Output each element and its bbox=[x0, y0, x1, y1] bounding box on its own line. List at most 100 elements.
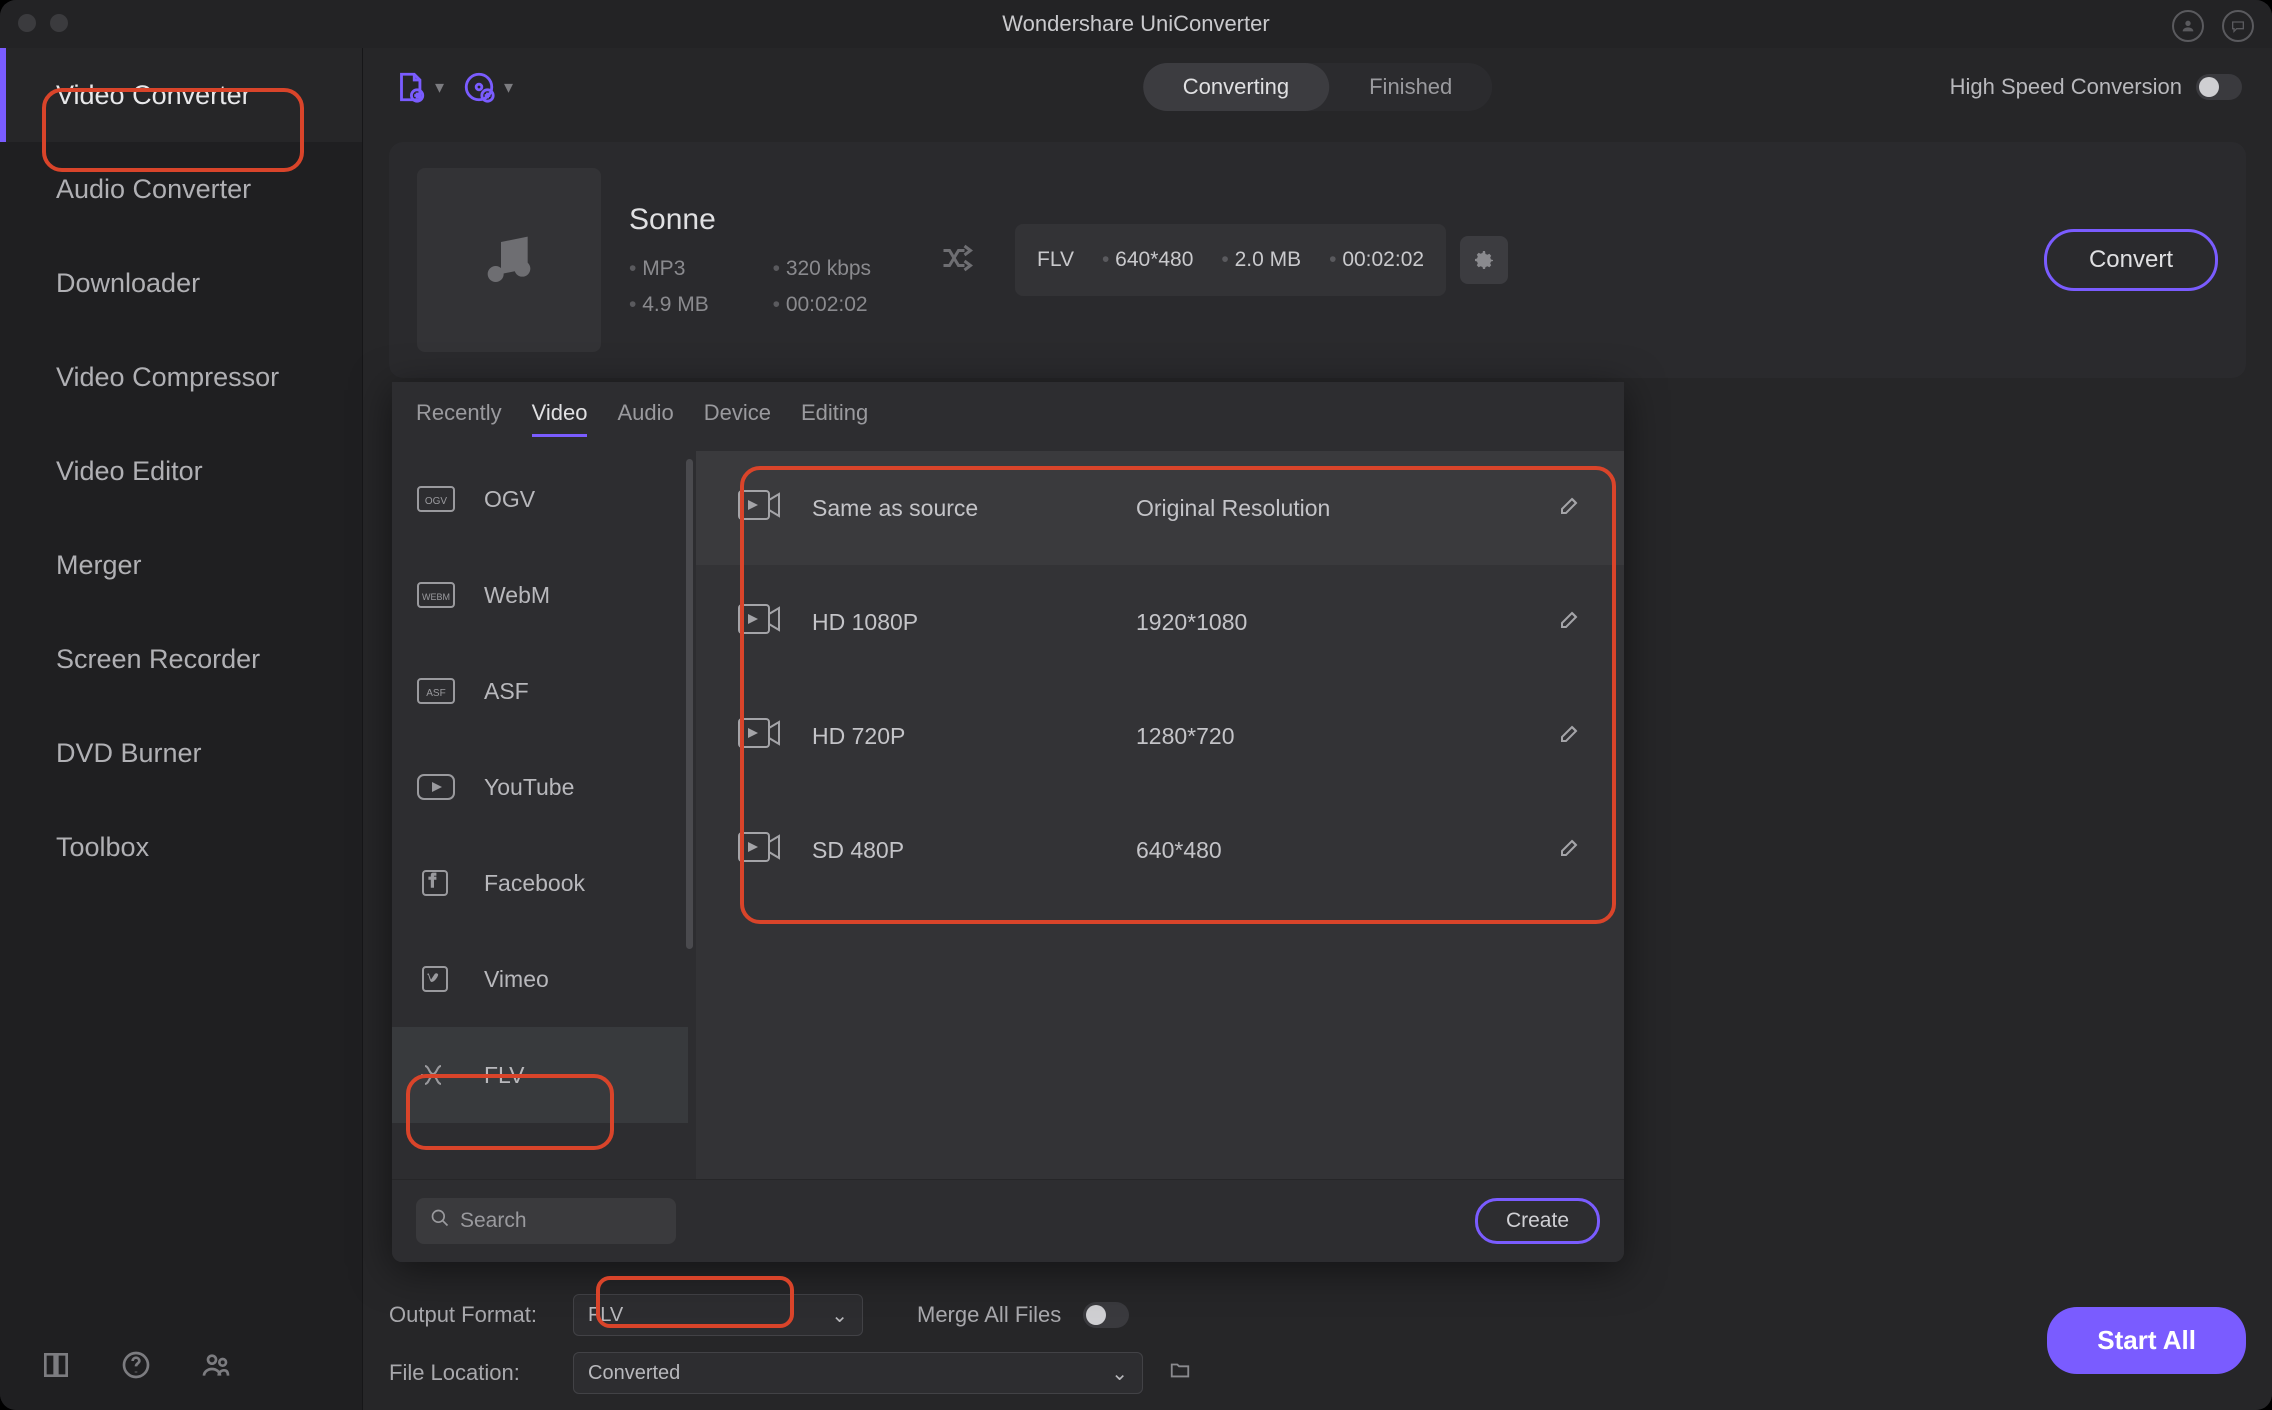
resolution-list: Same as source Original Resolution HD 10… bbox=[696, 451, 1624, 1179]
resolution-name: HD 720P bbox=[812, 723, 1104, 750]
tab-converting[interactable]: Converting bbox=[1143, 63, 1329, 111]
edit-preset-button[interactable] bbox=[1558, 721, 1582, 751]
sidebar-item-label: Video Editor bbox=[56, 456, 203, 487]
dst-duration: 00:02:02 bbox=[1329, 248, 1424, 272]
feedback-icon[interactable] bbox=[2222, 10, 2254, 42]
community-icon[interactable] bbox=[200, 1349, 232, 1386]
settings-button[interactable] bbox=[1460, 236, 1508, 284]
resolution-name: Same as source bbox=[812, 495, 1104, 522]
format-item-flv[interactable]: FLV bbox=[392, 1027, 688, 1123]
add-file-button[interactable]: ▾ bbox=[393, 70, 444, 104]
format-item-facebook[interactable]: Facebook bbox=[392, 835, 688, 931]
file-location-select[interactable]: Converted ⌄ bbox=[573, 1352, 1143, 1394]
resolution-row-1080p[interactable]: HD 1080P 1920*1080 bbox=[696, 565, 1624, 679]
file-source-info: Sonne MP3 320 kbps 4.9 MB 00:02:02 bbox=[629, 203, 899, 317]
create-preset-button[interactable]: Create bbox=[1475, 1198, 1600, 1244]
resolution-row-720p[interactable]: HD 720P 1280*720 bbox=[696, 679, 1624, 793]
format-tab-editing[interactable]: Editing bbox=[801, 400, 868, 437]
format-item-youtube[interactable]: YouTube bbox=[392, 739, 688, 835]
book-icon[interactable] bbox=[40, 1349, 72, 1386]
highspeed-toggle-group: High Speed Conversion bbox=[1950, 74, 2242, 100]
tab-finished[interactable]: Finished bbox=[1329, 63, 1492, 111]
sidebar-item-label: Audio Converter bbox=[56, 174, 251, 205]
edit-preset-button[interactable] bbox=[1558, 607, 1582, 637]
resolution-value: Original Resolution bbox=[1136, 495, 1526, 522]
video-file-icon bbox=[738, 490, 780, 526]
sidebar-item-video-converter[interactable]: Video Converter bbox=[0, 48, 362, 142]
resolution-row-same-as-source[interactable]: Same as source Original Resolution bbox=[696, 451, 1624, 565]
sidebar-item-screen-recorder[interactable]: Screen Recorder bbox=[0, 612, 362, 706]
ogv-icon: OGV bbox=[416, 485, 456, 513]
highspeed-label: High Speed Conversion bbox=[1950, 74, 2182, 100]
facebook-icon bbox=[416, 869, 456, 897]
format-item-asf[interactable]: ASF ASF bbox=[392, 643, 688, 739]
title-bar: Wondershare UniConverter bbox=[0, 0, 2272, 48]
format-tab-recently[interactable]: Recently bbox=[416, 400, 502, 437]
file-location-value: Converted bbox=[588, 1362, 680, 1385]
format-item-ogv[interactable]: OGV OGV bbox=[392, 451, 688, 547]
sidebar-item-label: Video Compressor bbox=[56, 362, 279, 393]
start-all-button[interactable]: Start All bbox=[2047, 1307, 2246, 1374]
video-file-icon bbox=[738, 832, 780, 868]
format-search-input[interactable]: Search bbox=[416, 1198, 676, 1244]
src-duration: 00:02:02 bbox=[773, 293, 899, 317]
format-item-label: YouTube bbox=[484, 774, 574, 801]
format-tab-device[interactable]: Device bbox=[704, 400, 771, 437]
search-placeholder: Search bbox=[460, 1209, 527, 1233]
sidebar: Video Converter Audio Converter Download… bbox=[0, 48, 363, 1410]
convert-button[interactable]: Convert bbox=[2044, 229, 2218, 291]
video-file-icon bbox=[738, 604, 780, 640]
sidebar-item-downloader[interactable]: Downloader bbox=[0, 236, 362, 330]
close-window-dot[interactable] bbox=[18, 14, 36, 32]
sidebar-item-audio-converter[interactable]: Audio Converter bbox=[0, 142, 362, 236]
format-list-scrollbar[interactable] bbox=[686, 459, 693, 949]
add-dvd-button[interactable]: ▾ bbox=[462, 70, 513, 104]
format-tab-audio[interactable]: Audio bbox=[617, 400, 673, 437]
sidebar-item-merger[interactable]: Merger bbox=[0, 518, 362, 612]
svg-text:ASF: ASF bbox=[426, 688, 445, 699]
title-bar-right bbox=[2172, 10, 2254, 42]
merge-label: Merge All Files bbox=[917, 1302, 1061, 1328]
search-icon bbox=[430, 1208, 450, 1234]
help-icon[interactable] bbox=[120, 1349, 152, 1386]
file-item-card: Sonne MP3 320 kbps 4.9 MB 00:02:02 FLV 6… bbox=[389, 142, 2246, 378]
open-folder-button[interactable] bbox=[1167, 1359, 1193, 1387]
file-thumbnail[interactable] bbox=[417, 168, 601, 352]
format-item-label: FLV bbox=[484, 1062, 524, 1089]
account-icon[interactable] bbox=[2172, 10, 2204, 42]
src-size: 4.9 MB bbox=[629, 293, 737, 317]
file-location-label: File Location: bbox=[389, 1360, 559, 1386]
highspeed-toggle[interactable] bbox=[2196, 74, 2242, 100]
format-item-label: WebM bbox=[484, 582, 550, 609]
output-format-select[interactable]: FLV ⌄ bbox=[573, 1294, 863, 1336]
edit-preset-button[interactable] bbox=[1558, 493, 1582, 523]
format-tab-video[interactable]: Video bbox=[532, 400, 588, 437]
status-segment: Converting Finished bbox=[1143, 63, 1493, 111]
chevron-down-icon: ▾ bbox=[504, 77, 513, 98]
output-format-label: Output Format: bbox=[389, 1302, 559, 1328]
sidebar-item-dvd-burner[interactable]: DVD Burner bbox=[0, 706, 362, 800]
src-bitrate: 320 kbps bbox=[773, 257, 899, 281]
format-item-webm[interactable]: WEBM WebM bbox=[392, 547, 688, 643]
sidebar-item-toolbox[interactable]: Toolbox bbox=[0, 800, 362, 894]
sidebar-item-label: Video Converter bbox=[56, 80, 251, 111]
edit-preset-button[interactable] bbox=[1558, 835, 1582, 865]
swap-icon[interactable] bbox=[939, 240, 975, 281]
resolution-row-480p[interactable]: SD 480P 640*480 bbox=[696, 793, 1624, 907]
bottom-bar: Output Format: FLV ⌄ Merge All Files Fil… bbox=[389, 1294, 2246, 1394]
asf-icon: ASF bbox=[416, 677, 456, 705]
minimize-window-dot[interactable] bbox=[50, 14, 68, 32]
resolution-value: 1920*1080 bbox=[1136, 609, 1526, 636]
sidebar-item-video-editor[interactable]: Video Editor bbox=[0, 424, 362, 518]
video-file-icon bbox=[738, 718, 780, 754]
sidebar-item-video-compressor[interactable]: Video Compressor bbox=[0, 330, 362, 424]
format-list: OGV OGV WEBM WebM ASF ASF YouTube bbox=[392, 451, 696, 1179]
sidebar-item-label: Downloader bbox=[56, 268, 200, 299]
format-item-vimeo[interactable]: Vimeo bbox=[392, 931, 688, 1027]
merge-toggle[interactable] bbox=[1083, 1302, 1129, 1328]
target-format-box[interactable]: FLV 640*480 2.0 MB 00:02:02 bbox=[1015, 224, 1446, 296]
window-title: Wondershare UniConverter bbox=[1002, 11, 1269, 37]
output-format-value: FLV bbox=[588, 1304, 623, 1327]
resolution-name: SD 480P bbox=[812, 837, 1104, 864]
window-controls bbox=[18, 14, 68, 32]
